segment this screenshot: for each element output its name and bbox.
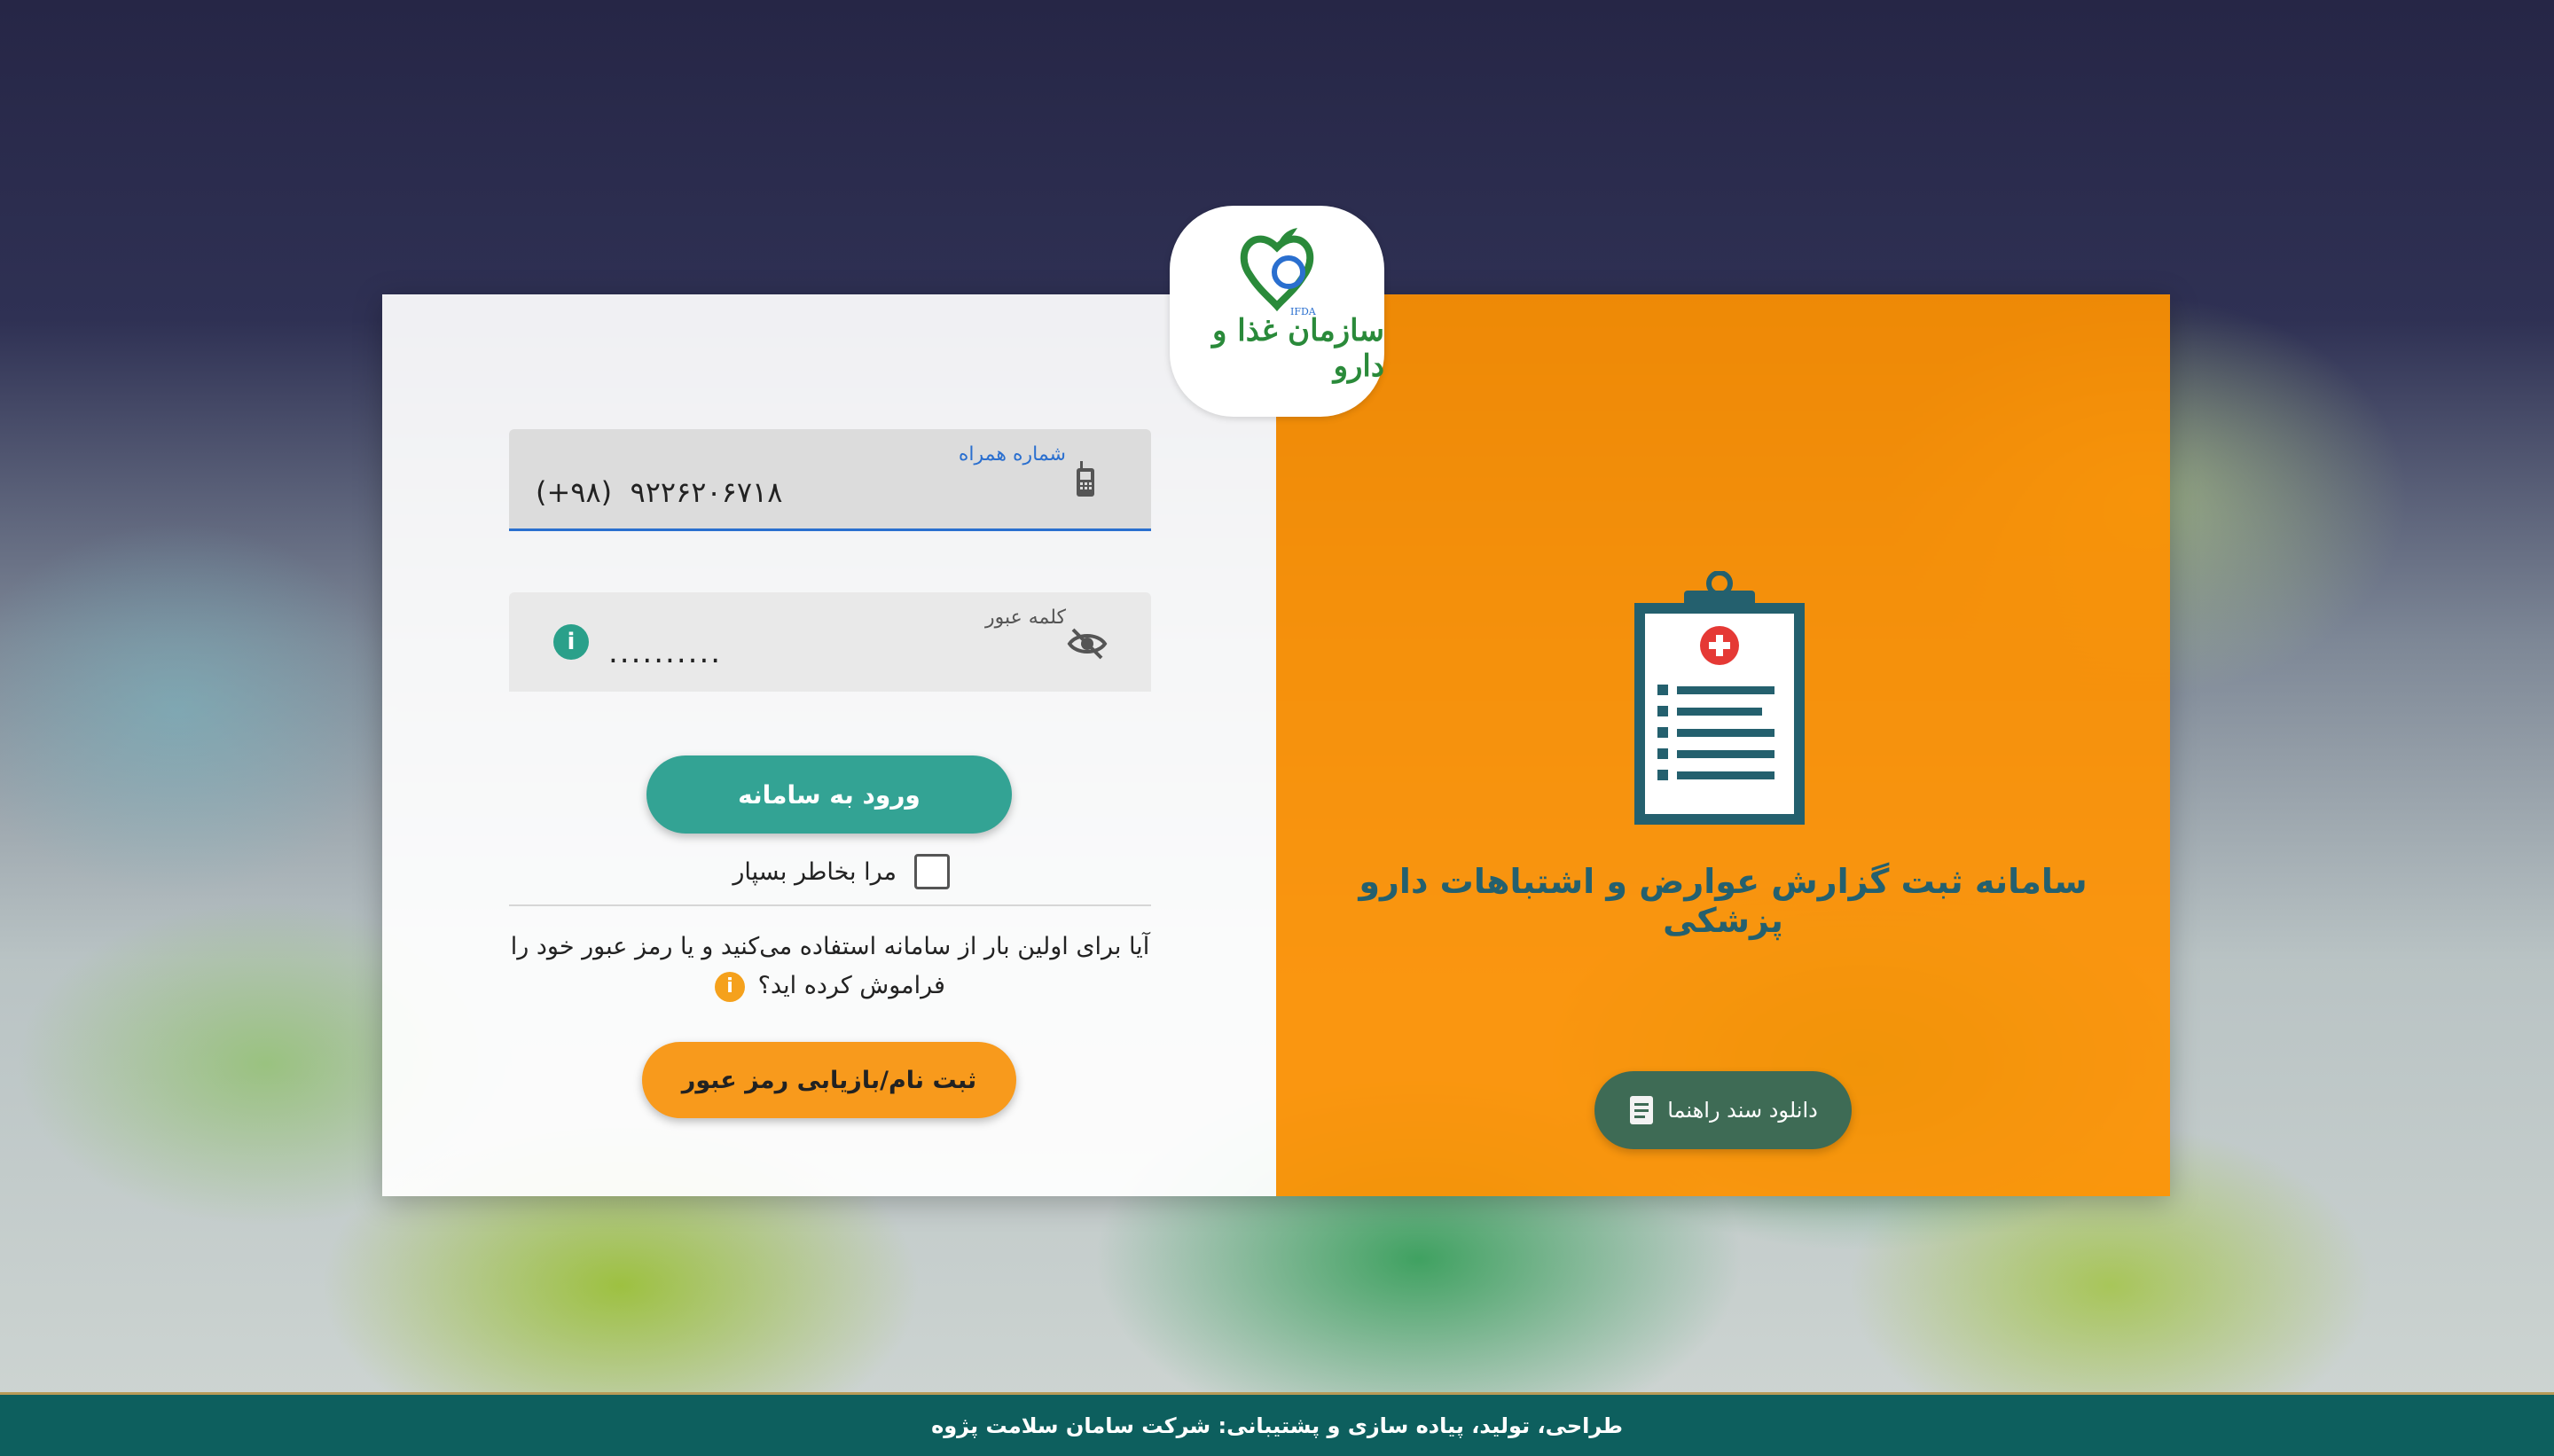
info-icon[interactable]: i	[553, 624, 589, 660]
remember-me-checkbox[interactable]	[914, 854, 950, 889]
ifda-logo: IFDA سازمان غذا و دارو	[1170, 206, 1384, 417]
info-panel: سامانه ثبت گزارش عوارض و اشتباهات دارو پ…	[1276, 294, 2170, 1196]
help-info-icon[interactable]: i	[715, 971, 746, 1002]
ifda-logo-icon: IFDA	[1240, 228, 1317, 317]
password-field-label: کلمه عبور	[984, 607, 1066, 629]
eye-off-icon[interactable]	[1066, 624, 1109, 663]
password-input[interactable]: ..........	[608, 635, 722, 670]
download-guide-button[interactable]: دانلود سند راهنما	[1594, 1071, 1852, 1149]
password-field[interactable]: کلمه عبور i ..........	[509, 592, 1151, 692]
register-recover-button[interactable]: ثبت نام/بازیابی رمز عبور	[642, 1042, 1016, 1118]
login-card: شماره همراه (+۹۸) ۹۲۲۶۲۰۶۷۱۸ کلمه عبور i…	[382, 294, 2170, 1196]
footer-credits: طراحی، تولید، پیاده سازی و پشتیبانی: شرک…	[0, 1392, 2554, 1456]
remember-me-row: مرا بخاطر بسپار	[719, 849, 950, 894]
mobile-phone-icon	[1077, 461, 1094, 497]
document-icon	[1630, 1096, 1654, 1124]
remember-me-label: مرا بخاطر بسپار	[733, 857, 897, 886]
medical-clipboard-icon	[1634, 571, 1805, 825]
phone-input[interactable]: (+۹۸) ۹۲۲۶۲۰۶۷۱۸	[536, 475, 782, 509]
system-title: سامانه ثبت گزارش عوارض و اشتباهات دارو پ…	[1359, 862, 2088, 940]
divider	[509, 904, 1151, 906]
logo-org-name: سازمان غذا و دارو	[1212, 313, 1384, 384]
first-time-text: آیا برای اولین بار از سامانه استفاده می‌…	[510, 933, 1150, 999]
login-button[interactable]: ورود به سامانه	[646, 755, 1012, 834]
phone-field[interactable]: شماره همراه (+۹۸) ۹۲۲۶۲۰۶۷۱۸	[509, 429, 1151, 531]
login-page: شماره همراه (+۹۸) ۹۲۲۶۲۰۶۷۱۸ کلمه عبور i…	[0, 0, 2554, 1456]
login-form-panel: شماره همراه (+۹۸) ۹۲۲۶۲۰۶۷۱۸ کلمه عبور i…	[382, 294, 1276, 1196]
download-guide-label: دانلود سند راهنما	[1667, 1098, 1818, 1123]
phone-field-label: شماره همراه	[958, 443, 1066, 466]
first-time-message: آیا برای اولین بار از سامانه استفاده می‌…	[509, 928, 1151, 1006]
